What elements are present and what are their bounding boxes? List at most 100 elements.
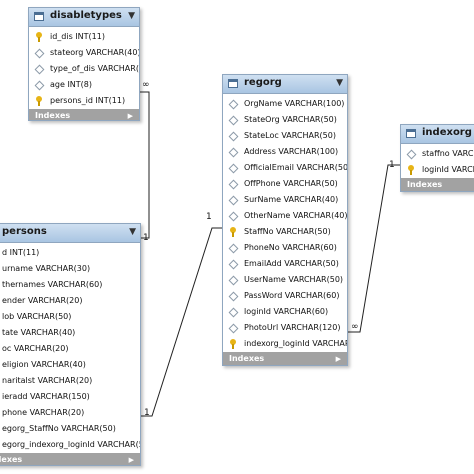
table-icon <box>34 12 44 21</box>
cardinality-many-label: ∞ <box>351 322 359 332</box>
column-text: phone VARCHAR(20) <box>2 408 85 417</box>
column-text: lob VARCHAR(50) <box>2 312 72 321</box>
column-text: type_of_dis VARCHAR(80) <box>50 64 139 73</box>
column-diamond-icon <box>228 147 239 158</box>
column-text: loginId VARCHAR(60) <box>244 307 329 316</box>
column-row: Address VARCHAR(100) <box>223 144 347 160</box>
expand-arrow-icon[interactable]: ▶ <box>128 109 133 120</box>
column-row: OrgName VARCHAR(100) <box>223 96 347 112</box>
column-row: loginId VARCHAR(50) <box>401 162 474 178</box>
column-text: stateorg VARCHAR(40) <box>50 48 140 57</box>
column-diamond-icon <box>228 323 239 334</box>
column-text: id_dis INT(11) <box>50 32 105 41</box>
column-row: tate VARCHAR(40) <box>0 325 140 341</box>
key-icon <box>230 227 236 237</box>
column-row: egorg_indexorg_loginId VARCHAR(50) <box>0 437 140 453</box>
column-text: ender VARCHAR(20) <box>2 296 83 305</box>
column-row: UserName VARCHAR(50) <box>223 272 347 288</box>
column-text: staffno VARCHAR(50) <box>422 149 474 158</box>
column-row: OffPhone VARCHAR(50) <box>223 176 347 192</box>
column-text: OfficialEmail VARCHAR(50) <box>244 163 348 172</box>
collapse-arrow-icon[interactable]: ▼ <box>336 78 343 88</box>
table-indexorg[interactable]: indexorg staffno VARCHAR(50) loginId VAR… <box>400 124 474 192</box>
column-row: eligion VARCHAR(40) <box>0 357 140 373</box>
column-row: PassWord VARCHAR(60) <box>223 288 347 304</box>
expand-arrow-icon[interactable]: ▶ <box>336 352 341 365</box>
cardinality-one-label: 1 <box>144 408 150 418</box>
cardinality-many-label: ∞ <box>142 80 150 90</box>
column-text: persons_id INT(11) <box>50 96 126 105</box>
collapse-arrow-icon[interactable]: ▼ <box>129 227 136 237</box>
indexes-footer[interactable]: Indexes ▶ <box>0 453 140 465</box>
table-header[interactable]: regorg ▼ <box>223 75 347 94</box>
column-row: SurName VARCHAR(40) <box>223 192 347 208</box>
column-text: PhoneNo VARCHAR(60) <box>244 243 337 252</box>
column-row: indexorg_loginId VARCHAR(50) <box>223 336 347 352</box>
column-diamond-icon <box>34 64 45 75</box>
column-diamond-icon <box>228 99 239 110</box>
column-row: naritalst VARCHAR(20) <box>0 373 140 389</box>
column-text: tate VARCHAR(40) <box>2 328 76 337</box>
table-persons[interactable]: persons ▼ d INT(11) urname VARCHAR(30) t… <box>0 223 141 466</box>
column-row: StateLoc VARCHAR(50) <box>223 128 347 144</box>
column-row: loginId VARCHAR(60) <box>223 304 347 320</box>
key-icon <box>36 32 42 42</box>
indexes-label: Indexes <box>407 180 443 189</box>
column-diamond-icon <box>228 243 239 254</box>
table-icon <box>406 129 416 138</box>
table-name: persons <box>2 226 47 237</box>
table-disabletypes[interactable]: disabletypes ▼ id_dis INT(11) stateorg V… <box>28 7 140 121</box>
indexes-label: Indexes <box>229 354 265 363</box>
cardinality-one-label: 1 <box>206 212 212 222</box>
column-text: PassWord VARCHAR(60) <box>244 291 340 300</box>
relationship-line-regorg-indexorg <box>347 164 400 333</box>
column-diamond-icon <box>228 195 239 206</box>
column-diamond-icon <box>34 80 45 91</box>
indexes-footer[interactable]: Indexes <box>401 178 474 191</box>
column-row: staffno VARCHAR(50) <box>401 146 474 162</box>
indexes-footer[interactable]: Indexes ▶ <box>223 352 347 365</box>
table-icon <box>228 79 238 88</box>
column-diamond-icon <box>228 259 239 270</box>
indexes-label: Indexes <box>35 111 71 120</box>
column-row: thernames VARCHAR(60) <box>0 277 140 293</box>
cardinality-one-label: 1 <box>143 233 149 243</box>
column-text: d INT(11) <box>2 248 40 257</box>
column-row: oc VARCHAR(20) <box>0 341 140 357</box>
column-row: StateOrg VARCHAR(50) <box>223 112 347 128</box>
column-diamond-icon <box>406 149 417 160</box>
table-header[interactable]: disabletypes ▼ <box>29 8 139 27</box>
column-diamond-icon <box>228 131 239 142</box>
column-text: egorg_indexorg_loginId VARCHAR(50) <box>2 440 141 449</box>
key-icon <box>36 96 42 106</box>
column-text: UserName VARCHAR(50) <box>244 275 344 284</box>
column-row: PhoneNo VARCHAR(60) <box>223 240 347 256</box>
table-header[interactable]: persons ▼ <box>0 224 140 243</box>
collapse-arrow-icon[interactable]: ▼ <box>128 11 135 21</box>
column-row: type_of_dis VARCHAR(80) <box>29 61 139 77</box>
column-diamond-icon <box>228 115 239 126</box>
column-diamond-icon <box>228 211 239 222</box>
table-header[interactable]: indexorg <box>401 125 474 144</box>
column-text: ieradd VARCHAR(150) <box>2 392 90 401</box>
column-row: OfficialEmail VARCHAR(50) <box>223 160 347 176</box>
column-text: oc VARCHAR(20) <box>2 344 69 353</box>
column-diamond-icon <box>228 307 239 318</box>
column-text: urname VARCHAR(30) <box>2 264 91 273</box>
column-diamond-icon <box>228 291 239 302</box>
column-text: StateOrg VARCHAR(50) <box>244 115 337 124</box>
table-regorg[interactable]: regorg ▼ OrgName VARCHAR(100) StateOrg V… <box>222 74 348 366</box>
column-text: StateLoc VARCHAR(50) <box>244 131 336 140</box>
indexes-footer[interactable]: Indexes ▶ <box>29 109 139 120</box>
column-diamond-icon <box>228 163 239 174</box>
column-text: StaffNo VARCHAR(50) <box>244 227 331 236</box>
expand-arrow-icon[interactable]: ▶ <box>129 453 134 465</box>
key-icon <box>230 339 236 349</box>
column-row: age INT(8) <box>29 77 139 93</box>
column-text: thernames VARCHAR(60) <box>2 280 103 289</box>
column-row: lob VARCHAR(50) <box>0 309 140 325</box>
column-diamond-icon <box>228 179 239 190</box>
column-diamond-icon <box>34 48 45 59</box>
column-row: OtherName VARCHAR(40) <box>223 208 347 224</box>
column-row: ieradd VARCHAR(150) <box>0 389 140 405</box>
